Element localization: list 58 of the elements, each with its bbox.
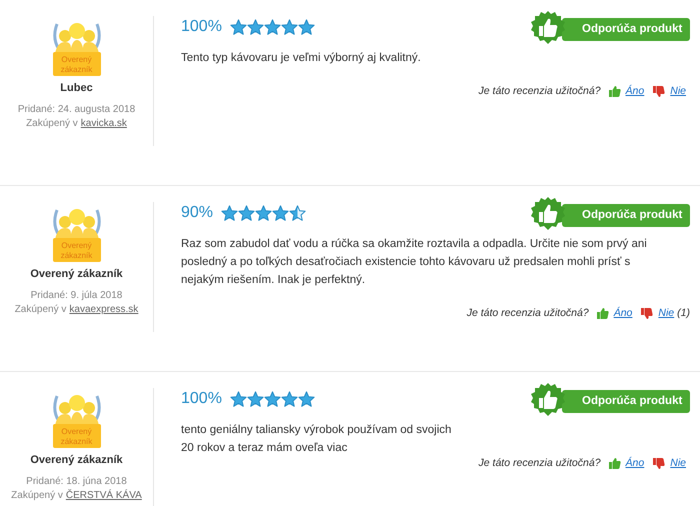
thumbs-up-seal-icon — [530, 196, 566, 232]
purchased-label: Zakúpený v — [26, 118, 78, 129]
thumbs-up-icon — [596, 308, 609, 318]
star-icon — [230, 390, 247, 408]
not-helpful-vote-link[interactable]: Nie — [658, 307, 674, 319]
thumbs-down-icon — [653, 458, 666, 468]
review-text: Tento typ kávovaru je veľmi výborný aj kvalitný. — [181, 51, 422, 66]
author-name: Lubec — [60, 82, 93, 94]
shop-link[interactable]: ČERSTVÁ KÁVA — [66, 490, 142, 501]
thumbs-down-icon — [653, 86, 666, 96]
date-added: Pridané: 24. augusta 2018 — [18, 104, 136, 115]
thumbs-up-icon — [608, 86, 621, 96]
rating-percent: 100% — [181, 18, 222, 36]
star-icon — [289, 204, 306, 222]
badge-label: Overený zákazník — [60, 241, 94, 261]
helpful-question: Je táto recenzia užitočná? — [466, 307, 589, 319]
shop-link[interactable]: kavicka.sk — [80, 118, 127, 129]
star-icon — [298, 390, 315, 408]
star-icon — [230, 18, 247, 36]
star-icon — [264, 18, 281, 36]
recommend-badge: Odporúča produkt — [562, 390, 690, 413]
shop-link[interactable]: kavaexpress.sk — [69, 304, 138, 315]
star-icon — [238, 204, 256, 222]
review-text: tento geniálny taliansky výrobok používam od svojich 20 rokov a teraz mám oveľa viac — [181, 423, 452, 456]
helpful-vote-link[interactable]: Áno — [626, 457, 644, 469]
helpful-vote-link[interactable]: Áno — [614, 307, 632, 319]
helpful-vote-link[interactable]: Áno — [626, 85, 644, 97]
thumbs-up-seal-icon — [530, 10, 566, 46]
helpful-question: Je táto recenzia užitočná? — [478, 85, 601, 97]
review-text: Raz som zabudol dať vodu a rúčka sa okamžite roztavila a odpadla. Určite nie som prvý ani posledný a po toľkých desaťročiach existencie tohto kávovaru už predsalen mohli prísť s nejakým riešením. Inak je perfektný. — [181, 237, 648, 288]
star-icon — [221, 204, 238, 222]
star-icon — [280, 390, 298, 408]
star-icon — [264, 390, 281, 408]
thumbs-down-icon — [641, 308, 654, 318]
star-icon — [280, 18, 298, 36]
not-helpful-vote-link[interactable]: Nie — [670, 85, 686, 97]
star-icon — [298, 18, 315, 36]
star-icon — [272, 204, 290, 222]
author-name: Overený zákazník — [30, 268, 123, 280]
thumbs-up-icon — [608, 458, 621, 468]
star-icon — [255, 204, 272, 222]
purchased-label: Zakúpený v — [14, 304, 66, 315]
badge-label: Overený zákazník — [60, 427, 94, 447]
thumbs-up-seal-icon — [530, 382, 566, 418]
author-name: Overený zákazník — [30, 454, 123, 466]
date-added: Pridané: 18. júna 2018 — [26, 476, 127, 487]
not-helpful-vote-link[interactable]: Nie — [670, 457, 686, 469]
purchased-label: Zakúpený v — [11, 490, 63, 501]
badge-label: Overený zákazník — [60, 55, 94, 75]
rating-percent: 90% — [181, 204, 214, 222]
vote-count: (1) — [677, 307, 690, 319]
recommend-badge: Odporúča produkt — [562, 18, 690, 41]
rating-percent: 100% — [181, 390, 222, 408]
recommend-badge: Odporúča produkt — [562, 204, 690, 227]
star-icon — [246, 18, 264, 36]
star-icon — [246, 390, 264, 408]
date-added: Pridané: 9. júla 2018 — [30, 290, 122, 301]
helpful-question: Je táto recenzia užitočná? — [478, 457, 601, 469]
